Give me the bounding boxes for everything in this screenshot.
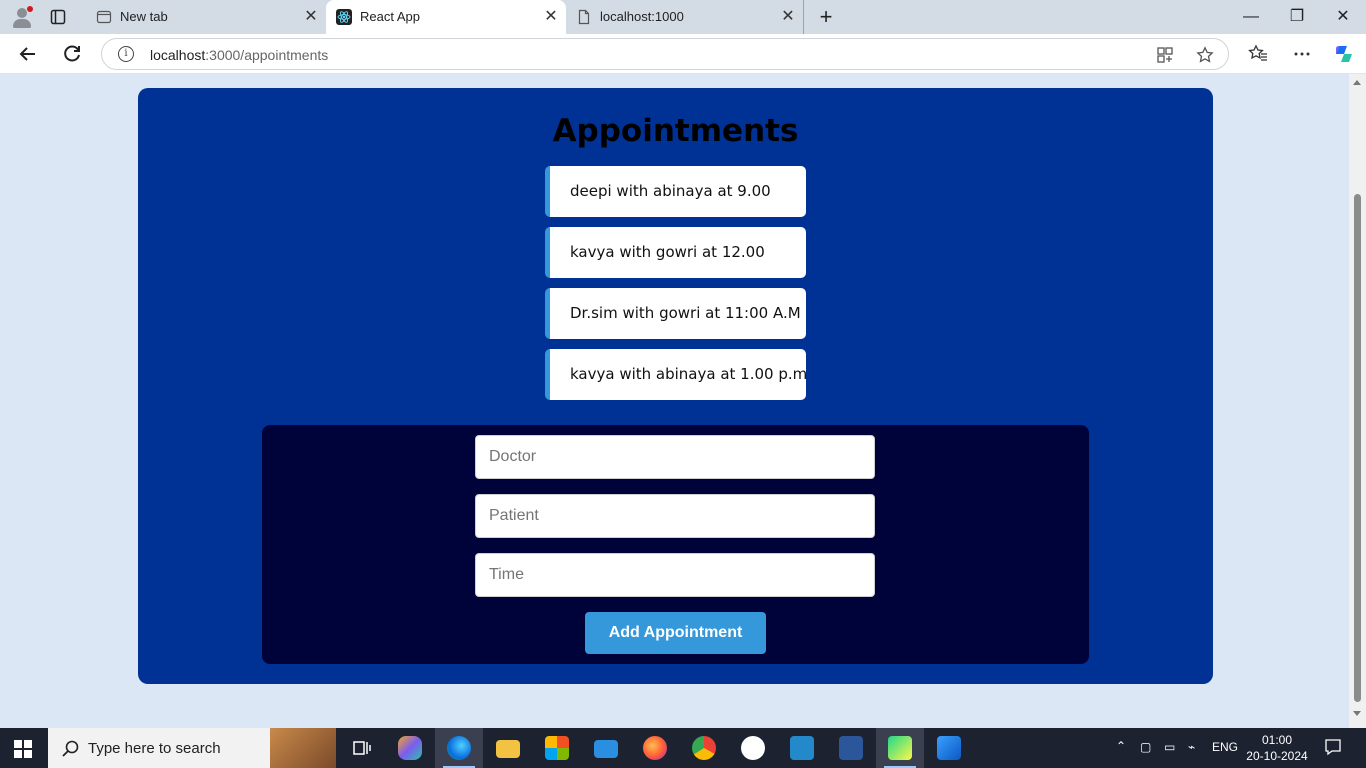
search-icon	[62, 740, 79, 757]
tab-title: New tab	[120, 9, 168, 24]
pycharm-icon[interactable]	[876, 728, 924, 768]
windows-start-icon[interactable]	[14, 740, 32, 758]
url-text: localhost:3000/appointments	[150, 47, 329, 63]
reload-icon[interactable]	[60, 42, 84, 66]
appointment-item: kavya with gowri at 12.00	[545, 227, 806, 278]
close-tab-icon[interactable]: ✕	[779, 8, 797, 26]
new-tab-page-icon	[96, 10, 112, 24]
address-bar[interactable]: i localhost:3000/appointments	[101, 38, 1229, 70]
profile-avatar-icon[interactable]	[10, 5, 34, 29]
search-placeholder: Type here to search	[88, 740, 221, 757]
page-viewport: Appointments deepi with abinaya at 9.00 …	[0, 74, 1349, 728]
mongodb-compass-icon[interactable]	[729, 728, 777, 768]
patient-input[interactable]	[475, 494, 875, 538]
edge-browser-icon[interactable]	[435, 728, 483, 768]
show-hidden-icons-icon[interactable]: ⌃	[1116, 739, 1126, 753]
page-scrollbar[interactable]	[1349, 74, 1366, 728]
restore-icon[interactable]: ❐	[1274, 0, 1320, 34]
new-tab-plus-icon[interactable]: +	[814, 5, 838, 29]
firefox-icon[interactable]	[631, 728, 679, 768]
tab-new-tab[interactable]: New tab ✕	[86, 0, 326, 34]
taskbar-search-box[interactable]: Type here to search	[48, 728, 336, 768]
tab-title: localhost:1000	[600, 9, 684, 24]
copilot-icon[interactable]	[1333, 43, 1355, 65]
photos-icon[interactable]	[925, 728, 973, 768]
file-explorer-icon[interactable]	[484, 728, 532, 768]
appointment-item: Dr.sim with gowri at 11:00 A.M	[545, 288, 806, 339]
copilot-taskbar-icon[interactable]	[386, 728, 434, 768]
word-icon[interactable]	[827, 728, 875, 768]
taskbar-clock[interactable]: 01:00 20-10-2024	[1246, 732, 1308, 764]
app-available-icon[interactable]	[1156, 46, 1174, 64]
tab-actions-icon[interactable]	[50, 9, 66, 25]
page-title: Appointments	[552, 113, 799, 149]
close-tab-icon[interactable]: ✕	[542, 8, 560, 26]
minimize-icon[interactable]: —	[1228, 0, 1274, 34]
windows-taskbar: Type here to search ⌃ ▢ ▭ ⌁ ENG 01:00 20…	[0, 728, 1366, 768]
scrollbar-thumb[interactable]	[1354, 194, 1361, 702]
appointment-item: kavya with abinaya at 1.00 p.m	[545, 349, 807, 400]
network-icon[interactable]: ⌁	[1188, 740, 1195, 754]
clock-date: 20-10-2024	[1246, 749, 1308, 763]
browser-tab-strip: New tab ✕ React App ✕ localhost:1000 ✕ +…	[0, 0, 1366, 34]
back-arrow-icon[interactable]	[16, 42, 40, 66]
microsoft-store-icon[interactable]	[533, 728, 581, 768]
tab-localhost-1000[interactable]: localhost:1000 ✕	[566, 0, 804, 34]
close-tab-icon[interactable]: ✕	[302, 8, 320, 26]
scroll-up-arrow-icon[interactable]	[1353, 80, 1361, 85]
tab-title: React App	[360, 9, 420, 24]
favorite-star-icon[interactable]	[1196, 46, 1214, 64]
site-info-icon[interactable]: i	[118, 46, 134, 62]
scroll-down-arrow-icon[interactable]	[1353, 711, 1361, 716]
appointment-item: deepi with abinaya at 9.00	[545, 166, 806, 217]
chrome-icon[interactable]	[680, 728, 728, 768]
add-appointment-button[interactable]: Add Appointment	[585, 612, 766, 654]
doctor-input[interactable]	[475, 435, 875, 479]
add-appointment-form: Add Appointment	[262, 425, 1089, 664]
favorites-list-icon[interactable]	[1248, 44, 1268, 64]
browser-toolbar: i localhost:3000/appointments	[0, 34, 1366, 74]
language-indicator[interactable]: ENG	[1212, 740, 1238, 754]
device-icon[interactable]: ▢	[1140, 740, 1151, 754]
display-icon[interactable]: ▭	[1164, 740, 1175, 754]
tab-react-app[interactable]: React App ✕	[326, 0, 566, 34]
vscode-icon[interactable]	[778, 728, 826, 768]
close-window-icon[interactable]: ✕	[1320, 0, 1366, 34]
time-input[interactable]	[475, 553, 875, 597]
clock-time: 01:00	[1261, 733, 1293, 747]
search-highlight-image	[270, 728, 336, 768]
notifications-icon[interactable]	[1324, 738, 1342, 756]
mail-icon[interactable]	[582, 728, 630, 768]
task-view-icon[interactable]	[338, 728, 386, 768]
more-options-icon[interactable]	[1292, 44, 1312, 64]
react-logo-icon	[336, 9, 352, 25]
page-document-icon	[578, 9, 590, 25]
appointments-card: Appointments deepi with abinaya at 9.00 …	[138, 88, 1213, 684]
